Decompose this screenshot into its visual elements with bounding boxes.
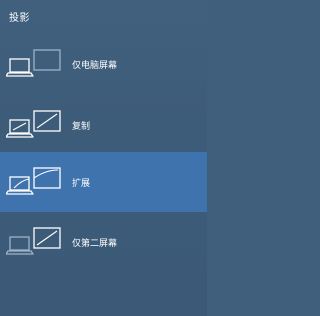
- option-label: 复制: [72, 122, 91, 132]
- option-second-screen-only[interactable]: 仅第二屏幕: [0, 212, 207, 272]
- option-pc-screen-only[interactable]: 仅电脑屏幕: [0, 34, 207, 94]
- second-screen-only-icon: [5, 226, 62, 260]
- duplicate-icon-svg: [5, 110, 61, 138]
- extend-icon: [5, 166, 62, 200]
- pc-screen-only-icon-svg: [5, 49, 61, 77]
- second-screen-only-icon-svg: [5, 227, 61, 255]
- option-extend[interactable]: 扩展: [0, 152, 207, 212]
- project-panel: 投影 仅电脑屏幕 复制 扩展 仅第二屏幕: [0, 0, 207, 316]
- extend-icon-svg: [5, 167, 61, 195]
- panel-title: 投影: [9, 13, 30, 24]
- duplicate-icon: [5, 109, 62, 143]
- option-label: 仅电脑屏幕: [72, 61, 118, 71]
- option-duplicate[interactable]: 复制: [0, 95, 207, 155]
- option-label: 仅第二屏幕: [72, 239, 118, 249]
- option-label: 扩展: [72, 179, 91, 189]
- pc-screen-only-icon: [5, 48, 62, 82]
